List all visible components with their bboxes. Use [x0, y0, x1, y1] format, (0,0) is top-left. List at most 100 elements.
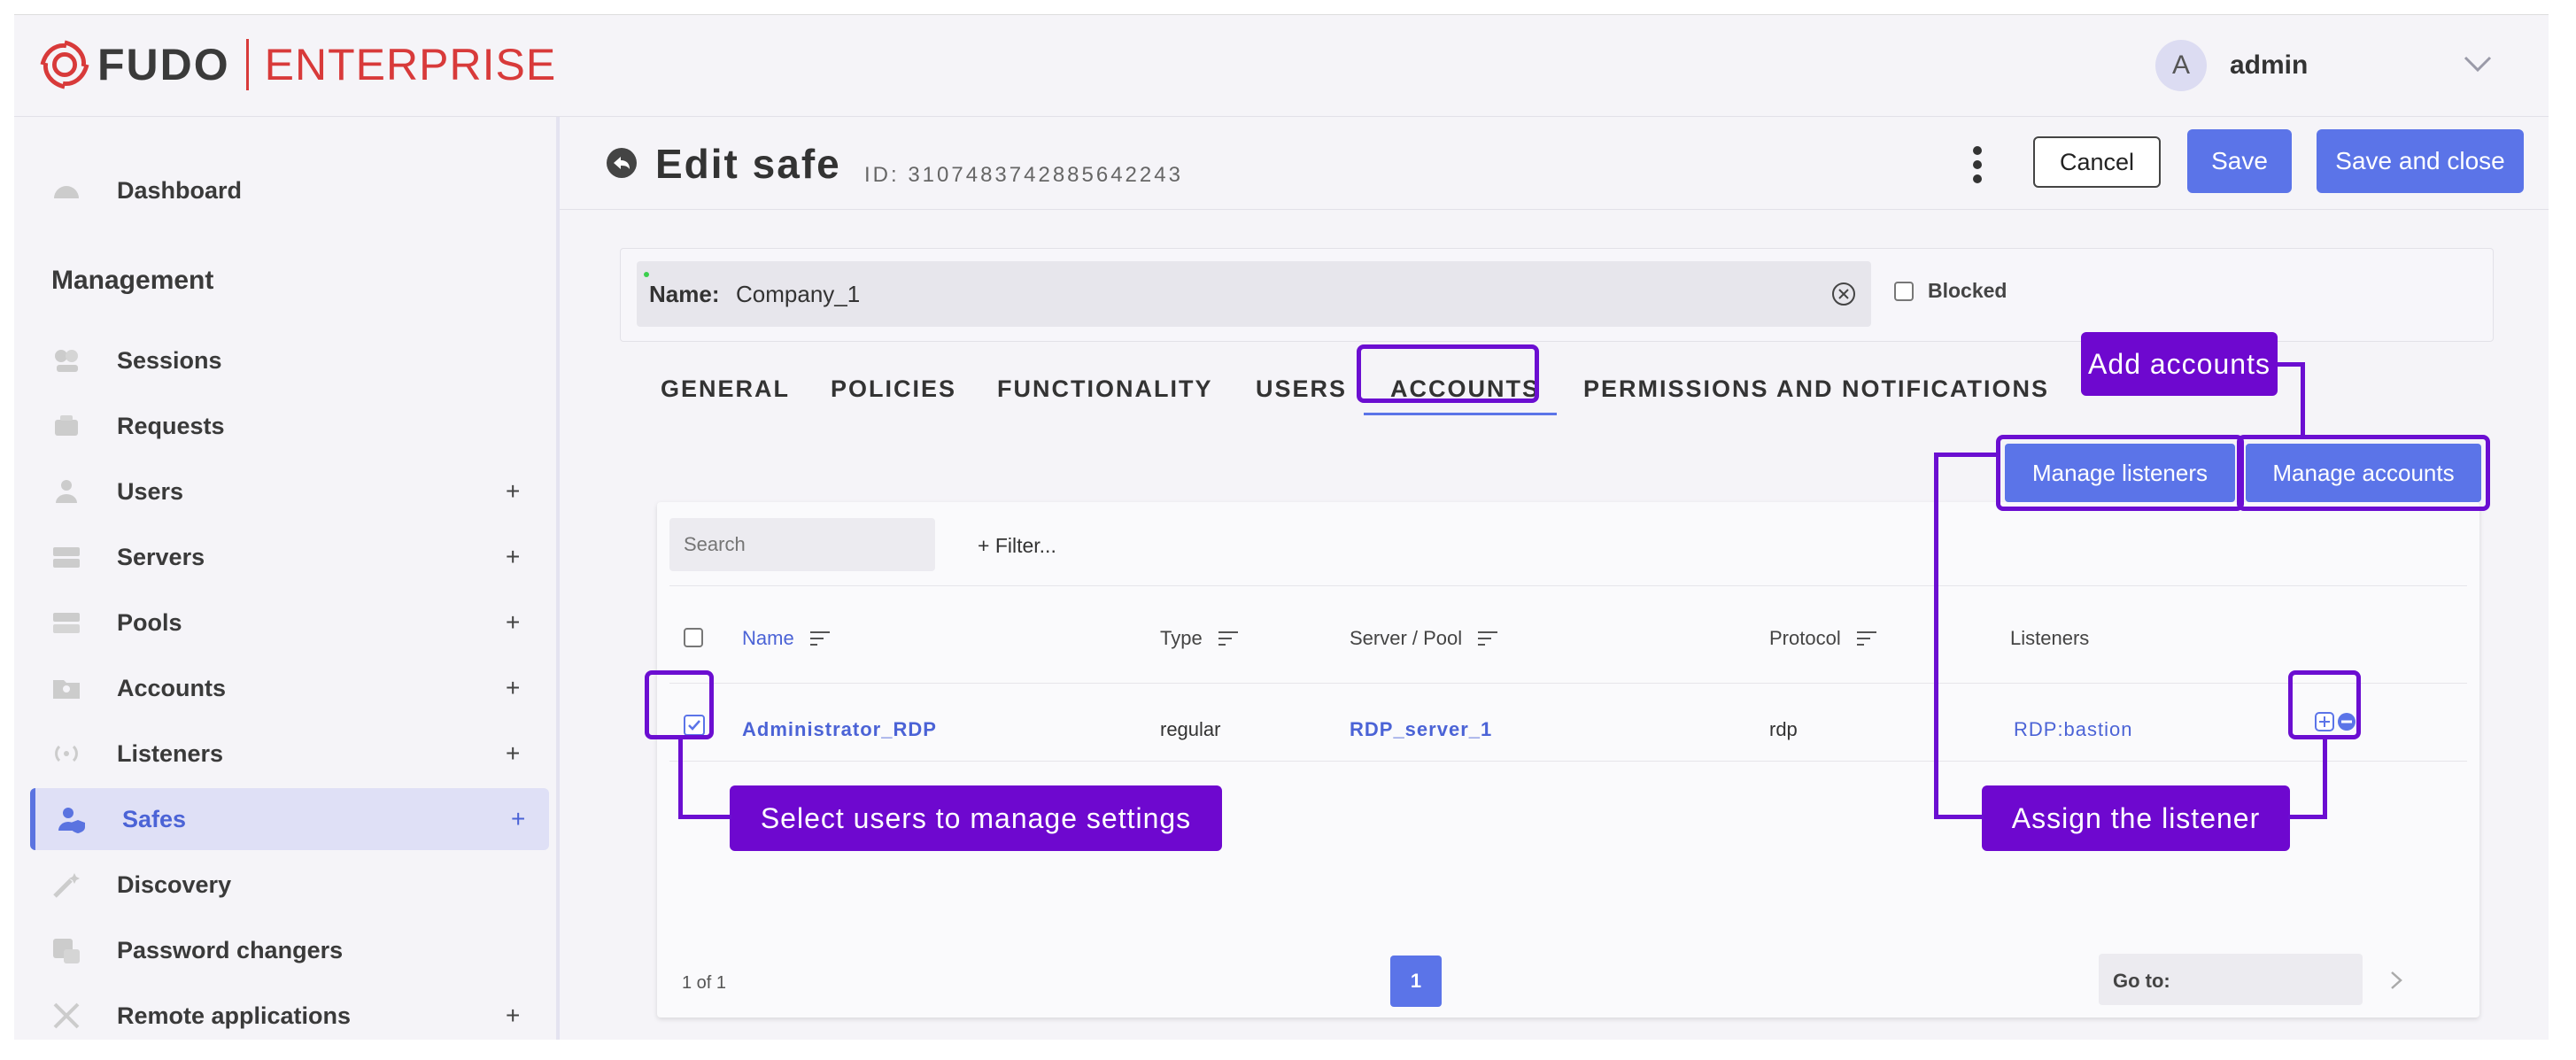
annotation-connector	[2323, 738, 2327, 819]
column-header-label: Type	[1160, 627, 1203, 649]
brand-secondary: ENTERPRISE	[264, 40, 557, 89]
sort-icon[interactable]	[809, 631, 830, 646]
sidebar-item-remote-applications[interactable]: Remote applications +	[30, 985, 544, 1040]
sidebar-item-sessions[interactable]: Sessions	[30, 329, 544, 391]
account-name-link[interactable]: Administrator_RDP	[742, 718, 937, 741]
annotation-connector	[678, 738, 683, 819]
column-header-label: Listeners	[2010, 627, 2090, 649]
app-window: FUDO ENTERPRISE A admin Dashboard Manage…	[14, 14, 2549, 1040]
column-header-type[interactable]: Type	[1160, 627, 1238, 650]
manage-accounts-button[interactable]: Manage accounts	[2246, 444, 2481, 502]
accounts-table-card: + Filter... Name Type Server / Pool Prot…	[657, 502, 2479, 1017]
divider	[669, 761, 2467, 762]
more-options-icon[interactable]	[1971, 143, 1984, 186]
add-listener-icon[interactable]	[2315, 712, 2334, 731]
expand-plus-icon[interactable]: +	[506, 674, 520, 702]
sidebar-item-accounts[interactable]: Accounts +	[30, 657, 544, 719]
select-all-checkbox[interactable]	[684, 628, 703, 647]
name-label: Name:	[649, 281, 720, 307]
expand-plus-icon[interactable]: +	[506, 543, 520, 571]
sort-icon[interactable]	[1856, 631, 1876, 646]
sidebar-item-requests[interactable]: Requests	[30, 395, 544, 457]
column-header-label: Protocol	[1769, 627, 1841, 649]
sidebar-item-label: Servers	[117, 543, 205, 570]
pagination-info: 1 of 1	[682, 973, 727, 993]
brand-separator	[245, 39, 249, 90]
tab-functionality[interactable]: FUNCTIONALITY	[997, 375, 1212, 403]
save-and-close-button[interactable]: Save and close	[2317, 129, 2524, 193]
name-field[interactable]: Name:	[637, 261, 1871, 327]
filter-button[interactable]: + Filter...	[978, 534, 1056, 558]
sidebar-item-servers[interactable]: Servers +	[30, 526, 544, 588]
page-title: Edit safe	[655, 141, 841, 187]
column-header-protocol[interactable]: Protocol	[1769, 627, 1876, 650]
tab-users[interactable]: USERS	[1256, 375, 1347, 403]
account-protocol: rdp	[1769, 718, 1798, 740]
sidebar-item-label: Pools	[117, 608, 182, 636]
expand-plus-icon[interactable]: +	[506, 739, 520, 768]
sidebar-item-users[interactable]: Users +	[30, 460, 544, 522]
sort-icon[interactable]	[1478, 631, 1498, 646]
sidebar-item-label: Dashboard	[117, 176, 243, 204]
accounts-icon	[53, 680, 80, 699]
clear-icon[interactable]	[1830, 281, 1857, 307]
save-button[interactable]: Save	[2187, 129, 2292, 193]
sidebar-item-dashboard[interactable]: Dashboard	[30, 159, 544, 221]
column-header-label: Server / Pool	[1350, 627, 1463, 649]
annotation-connector	[2301, 362, 2305, 437]
annotation-assign-listener: Assign the listener	[1982, 785, 2290, 851]
row-checkbox[interactable]	[684, 715, 705, 736]
tab-policies[interactable]: POLICIES	[831, 375, 956, 403]
blocked-checkbox[interactable]	[1894, 281, 1914, 301]
discovery-icon	[53, 873, 80, 898]
page-button-current[interactable]: 1	[1390, 956, 1442, 1007]
search-input[interactable]	[669, 518, 935, 571]
users-icon	[56, 480, 77, 503]
column-header-name[interactable]: Name	[742, 627, 830, 650]
sidebar-item-pools[interactable]: Pools +	[30, 592, 544, 654]
password-changers-icon	[53, 939, 80, 963]
manage-listeners-button[interactable]: Manage listeners	[2005, 444, 2235, 502]
remove-listener-icon[interactable]	[2337, 712, 2356, 731]
expand-plus-icon[interactable]: +	[506, 608, 520, 637]
fudo-logo[interactable]: FUDO ENTERPRISE	[39, 36, 556, 93]
sort-icon[interactable]	[1218, 631, 1238, 646]
column-header-listeners: Listeners	[2010, 627, 2089, 650]
sidebar-item-label: Password changers	[117, 936, 344, 963]
active-tab-indicator	[1364, 413, 1557, 415]
expand-plus-icon[interactable]: +	[506, 1002, 520, 1030]
next-page-icon[interactable]	[2389, 970, 2403, 991]
status-dot	[644, 272, 649, 277]
expand-plus-icon[interactable]: +	[506, 477, 520, 506]
listener-link[interactable]: RDP:bastion	[2014, 718, 2133, 741]
sidebar-item-listeners[interactable]: Listeners +	[30, 723, 544, 785]
sidebar: Dashboard Management Sessions Requests U…	[14, 117, 560, 1040]
cancel-button[interactable]: Cancel	[2033, 136, 2161, 188]
annotation-connector	[678, 815, 731, 819]
annotation-connector	[1934, 453, 1998, 457]
fudo-logo-mark-icon	[40, 40, 89, 89]
user-menu[interactable]: A admin	[2155, 40, 2308, 91]
tab-permissions-and-notifications[interactable]: PERMISSIONS AND NOTIFICATIONS	[1583, 375, 2049, 403]
column-header-label: Name	[742, 627, 794, 649]
sidebar-item-label: Users	[117, 477, 184, 505]
name-input[interactable]	[736, 272, 1799, 316]
sidebar-item-discovery[interactable]: Discovery	[30, 854, 544, 916]
sidebar-item-safes[interactable]: Safes +	[30, 788, 549, 850]
column-header-server-pool[interactable]: Server / Pool	[1350, 627, 1498, 650]
annotation-select-users: Select users to manage settings	[730, 785, 1222, 851]
title-bar: Edit safe ID: 3107483742885642243 Cancel…	[560, 117, 2549, 210]
tab-accounts[interactable]: ACCOUNTS	[1390, 375, 1540, 403]
tab-general[interactable]: GENERAL	[661, 375, 790, 403]
goto-page-input[interactable]: Go to:	[2099, 954, 2363, 1005]
annotation-add-accounts: Add accounts	[2081, 332, 2278, 396]
blocked-checkbox-group[interactable]: Blocked	[1894, 279, 2007, 303]
back-icon[interactable]	[606, 147, 638, 179]
pools-icon	[53, 613, 80, 633]
server-link[interactable]: RDP_server_1	[1350, 718, 1492, 741]
expand-plus-icon[interactable]: +	[511, 805, 525, 833]
sidebar-item-label: Accounts	[117, 674, 227, 701]
annotation-connector	[1934, 453, 1938, 819]
chevron-down-icon[interactable]	[2460, 50, 2495, 77]
sidebar-item-password-changers[interactable]: Password changers	[30, 919, 544, 981]
